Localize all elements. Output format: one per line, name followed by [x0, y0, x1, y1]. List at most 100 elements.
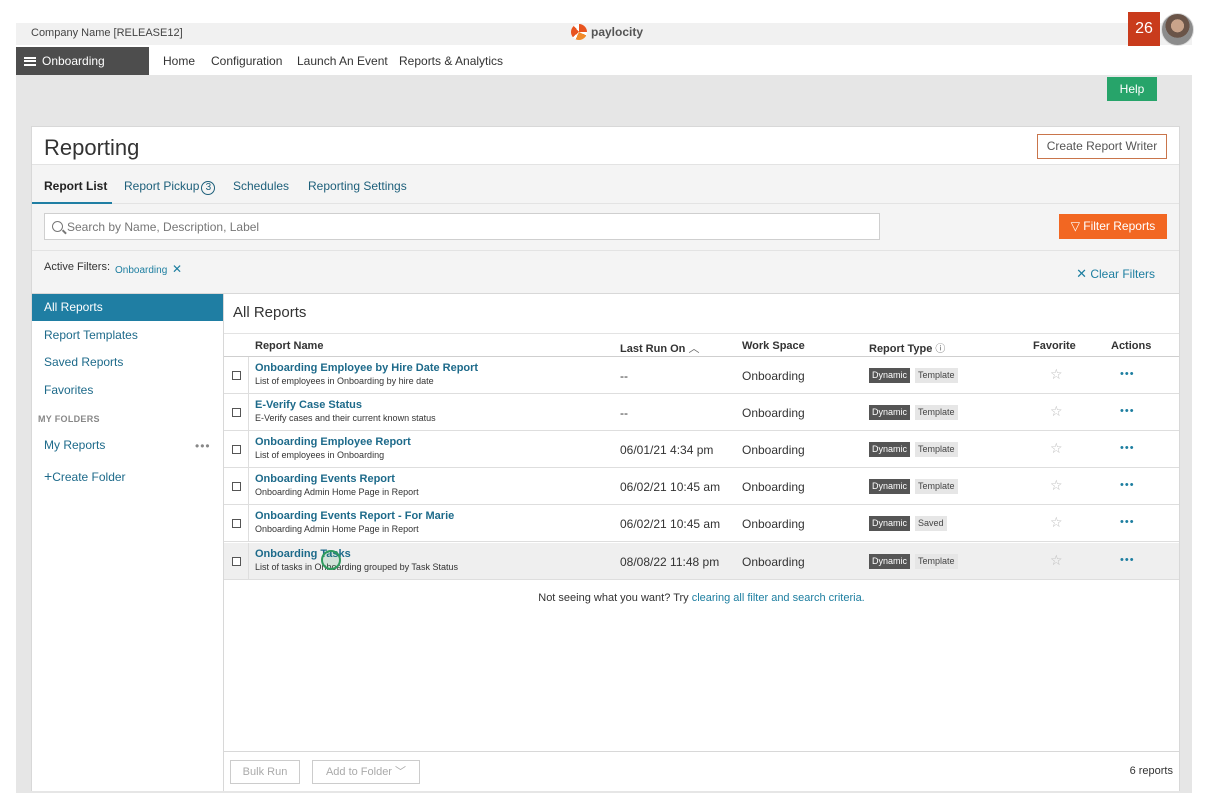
sidebar-section-my-folders: MY FOLDERS — [38, 414, 100, 424]
row-separator — [248, 357, 249, 393]
report-type-tag: Dynamic — [869, 479, 911, 494]
tab-report-pickup[interactable]: Report Pickup 3 — [124, 179, 216, 195]
row-separator — [248, 543, 249, 579]
filter-reports-label: Filter Reports — [1083, 219, 1156, 233]
table-footer: Bulk Run Add to Folder ﹀ 6 reports — [224, 751, 1179, 791]
clear-filters-button[interactable]: ✕ Clear Filters — [1076, 266, 1155, 282]
col-report-name[interactable]: Report Name — [255, 340, 323, 352]
report-type-tag: Dynamic — [869, 516, 911, 531]
col-last-run-on-label: Last Run On — [620, 343, 686, 355]
no-results-hint: Not seeing what you want? Try clearing a… — [224, 592, 1179, 604]
nav-home[interactable]: Home — [163, 54, 195, 68]
clear-criteria-link[interactable]: clearing all filter and search criteria. — [692, 592, 865, 604]
table-row: Onboarding Tasks List of tasks in Onboar… — [224, 543, 1179, 580]
create-folder-label: Create Folder — [52, 470, 126, 484]
actions-more-icon[interactable]: ••• — [1120, 368, 1135, 380]
report-type-tag: Dynamic — [869, 554, 911, 569]
row-checkbox[interactable] — [232, 445, 241, 454]
row-checkbox[interactable] — [232, 371, 241, 380]
my-reports-more-icon[interactable]: ••• — [195, 439, 211, 453]
sidebar-item-saved-reports[interactable]: Saved Reports — [32, 349, 223, 376]
row-checkbox[interactable] — [232, 482, 241, 491]
report-name-link[interactable]: Onboarding Events Report — [255, 473, 395, 485]
search-box[interactable] — [44, 213, 880, 240]
add-to-folder-button[interactable]: Add to Folder ﹀ — [312, 760, 420, 784]
favorite-star-icon[interactable]: ☆ — [1050, 403, 1063, 420]
menu-label: Onboarding — [42, 54, 105, 68]
reporting-card: Reporting Create Report Writer Report Li… — [31, 126, 1180, 791]
last-run-on: -- — [620, 406, 628, 420]
sidebar-item-report-templates[interactable]: Report Templates — [32, 322, 223, 349]
col-work-space[interactable]: Work Space — [742, 340, 805, 352]
col-last-run-on[interactable]: Last Run On ︿ — [620, 340, 699, 356]
filter-reports-button[interactable]: ▽ Filter Reports — [1059, 214, 1167, 239]
report-name-link[interactable]: E-Verify Case Status — [255, 399, 362, 411]
page-title: Reporting — [44, 135, 140, 160]
report-name-link[interactable]: Onboarding Employee by Hire Date Report — [255, 362, 478, 374]
report-description: List of employees in Onboarding by hire … — [255, 376, 434, 386]
bulk-run-button[interactable]: Bulk Run — [230, 760, 300, 784]
tab-schedules[interactable]: Schedules — [233, 179, 289, 193]
nav-configuration[interactable]: Configuration — [211, 54, 282, 68]
row-checkbox[interactable] — [232, 557, 241, 566]
report-name-link[interactable]: Onboarding Employee Report — [255, 436, 411, 448]
table-header: Report Name Last Run On ︿ Work Space Rep… — [224, 333, 1179, 357]
work-space: Onboarding — [742, 369, 805, 383]
report-kind-tag: Template — [915, 368, 958, 383]
tab-report-list[interactable]: Report List — [44, 179, 107, 193]
main-nav: Onboarding Home Configuration Launch An … — [16, 47, 1192, 75]
nav-reports-analytics[interactable]: Reports & Analytics — [399, 54, 503, 68]
remove-filter-icon[interactable]: ✕ — [172, 262, 182, 276]
report-description: E-Verify cases and their current known s… — [255, 413, 436, 423]
actions-more-icon[interactable]: ••• — [1120, 554, 1135, 566]
report-kind-tag: Template — [915, 479, 958, 494]
work-space: Onboarding — [742, 517, 805, 531]
report-kind-tag: Template — [915, 554, 958, 569]
create-report-writer-button[interactable]: Create Report Writer — [1037, 134, 1167, 159]
work-space: Onboarding — [742, 443, 805, 457]
top-bar: Company Name [RELEASE12] paylocity — [16, 23, 1192, 45]
help-button[interactable]: Help — [1107, 77, 1157, 101]
report-name-link[interactable]: Onboarding Events Report - For Marie — [255, 510, 454, 522]
active-filter-chip-label: Onboarding — [115, 265, 168, 276]
info-icon[interactable]: ⓘ — [935, 344, 945, 355]
tab-reporting-settings[interactable]: Reporting Settings — [308, 179, 407, 193]
company-name: Company Name [RELEASE12] — [31, 27, 183, 39]
sidebar-item-favorites[interactable]: Favorites — [32, 377, 223, 404]
sidebar-item-all-reports[interactable]: All Reports — [32, 294, 223, 321]
table-row: Onboarding Events Report - For Marie Onb… — [224, 505, 1179, 542]
close-icon: ✕ — [1076, 266, 1087, 281]
row-checkbox[interactable] — [232, 519, 241, 528]
actions-more-icon[interactable]: ••• — [1120, 479, 1135, 491]
row-checkbox[interactable] — [232, 408, 241, 417]
last-run-on: 06/02/21 10:45 am — [620, 517, 721, 531]
actions-more-icon[interactable]: ••• — [1120, 405, 1135, 417]
favorite-star-icon[interactable]: ☆ — [1050, 440, 1063, 457]
report-count: 6 reports — [1129, 765, 1173, 777]
nav-launch-event[interactable]: Launch An Event — [297, 54, 388, 68]
search-input[interactable] — [67, 214, 867, 239]
favorite-star-icon[interactable]: ☆ — [1050, 552, 1063, 569]
hint-text: Not seeing what you want? Try — [538, 592, 692, 604]
filter-funnel-icon: ▽ — [1070, 219, 1080, 233]
avatar[interactable] — [1161, 13, 1194, 46]
work-space: Onboarding — [742, 406, 805, 420]
report-type-tag: Dynamic — [869, 442, 911, 457]
report-description: Onboarding Admin Home Page in Report — [255, 524, 419, 534]
active-filter-chip[interactable]: Onboarding ✕ — [115, 262, 182, 276]
actions-more-icon[interactable]: ••• — [1120, 442, 1135, 454]
active-filters-row: Active Filters: Onboarding ✕ ✕ Clear Fil… — [32, 251, 1179, 294]
favorite-star-icon[interactable]: ☆ — [1050, 477, 1063, 494]
col-report-type-label: Report Type — [869, 343, 933, 355]
favorite-star-icon[interactable]: ☆ — [1050, 514, 1063, 531]
report-description: List of employees in Onboarding — [255, 450, 385, 460]
report-description: List of tasks in Onboarding grouped by T… — [255, 562, 458, 572]
brand-name: paylocity — [591, 25, 644, 39]
paylocity-logo: paylocity — [571, 24, 643, 40]
col-report-type[interactable]: Report Type ⓘ — [869, 340, 945, 355]
favorite-star-icon[interactable]: ☆ — [1050, 366, 1063, 383]
onboarding-menu-button[interactable]: Onboarding — [16, 47, 149, 75]
create-folder-button[interactable]: +Create Folder — [32, 463, 223, 490]
notification-badge[interactable]: 26 — [1128, 12, 1160, 46]
actions-more-icon[interactable]: ••• — [1120, 516, 1135, 528]
